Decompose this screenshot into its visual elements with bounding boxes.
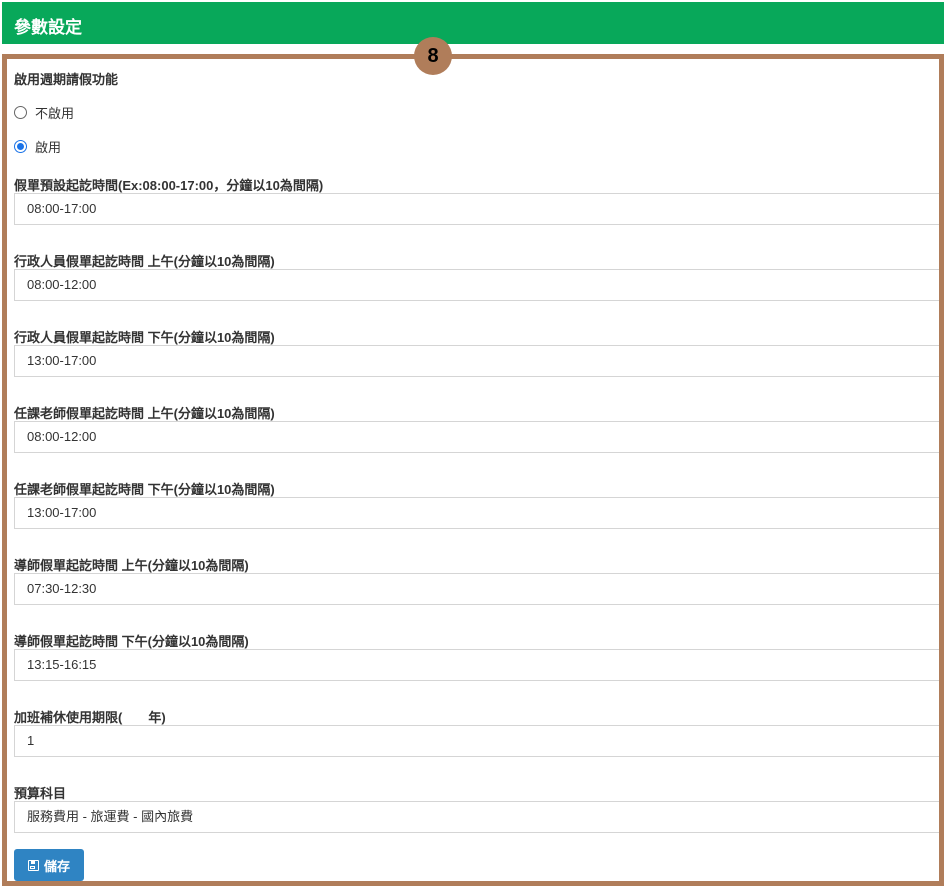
default-time-label: 假單預設起訖時間(Ex:08:00-17:00，分鐘以10為間隔) (14, 178, 324, 193)
floppy-disk-icon (27, 859, 39, 871)
admin-pm-label: 行政人員假單起訖時間 下午(分鐘以10為間隔) (14, 330, 275, 345)
admin-am-input[interactable]: 08:00-12:00 (14, 269, 939, 301)
radio-unchecked-icon[interactable] (14, 106, 27, 119)
overtime-period-label: 加班補休使用期限( 年) (14, 710, 166, 725)
teacher-pm-label: 任課老師假單起訖時間 下午(分鐘以10為間隔) (14, 482, 275, 497)
admin-am-label: 行政人員假單起訖時間 上午(分鐘以10為間隔) (14, 254, 275, 269)
tutor-pm-label: 導師假單起訖時間 下午(分鐘以10為間隔) (14, 634, 249, 649)
radio-enable[interactable]: 啟用 (14, 137, 61, 156)
page-title: 參數設定 (14, 18, 82, 37)
radio-disable[interactable]: 不啟用 (14, 103, 74, 122)
radio-checked-icon[interactable] (14, 140, 27, 153)
tutor-am-label: 導師假單起訖時間 上午(分鐘以10為間隔) (14, 558, 249, 573)
budget-select[interactable]: 服務費用 - 旅運費 - 國內旅費 (14, 801, 939, 833)
teacher-am-label: 任課老師假單起訖時間 上午(分鐘以10為間隔) (14, 406, 275, 421)
default-time-input[interactable]: 08:00-17:00 (14, 193, 939, 225)
tutor-am-input[interactable]: 07:30-12:30 (14, 573, 939, 605)
tutor-pm-input[interactable]: 13:15-16:15 (14, 649, 939, 681)
step-number-badge: 8 (414, 37, 452, 75)
radio-disable-label: 不啟用 (35, 106, 75, 121)
budget-label: 預算科目 (14, 786, 67, 801)
page-header: 參數設定 (2, 2, 944, 44)
radio-enable-label: 啟用 (35, 140, 62, 155)
save-button[interactable]: 儲存 (14, 849, 84, 881)
weekly-leave-label: 啟用週期請假功能 (14, 72, 119, 87)
save-button-label: 儲存 (43, 858, 70, 874)
overtime-period-input[interactable]: 1 (14, 725, 939, 757)
settings-panel: 啟用週期請假功能 不啟用 啟用 假單預設起訖時間(Ex:08:00-17:00，… (2, 54, 944, 886)
teacher-am-input[interactable]: 08:00-12:00 (14, 421, 939, 453)
teacher-pm-input[interactable]: 13:00-17:00 (14, 497, 939, 529)
admin-pm-input[interactable]: 13:00-17:00 (14, 345, 939, 377)
